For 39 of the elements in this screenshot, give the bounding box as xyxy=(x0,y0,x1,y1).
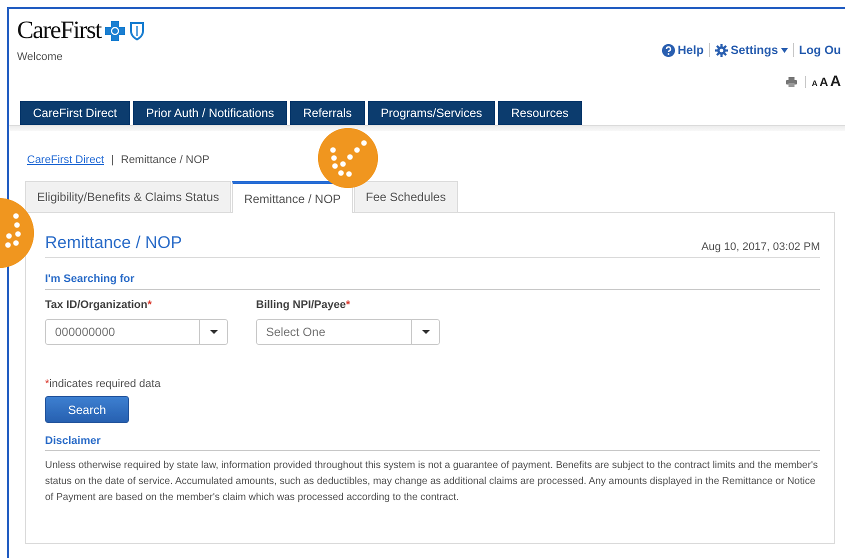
tab[interactable]: Eligibility/Benefits & Claims Status xyxy=(25,181,232,212)
tab[interactable]: Remittance / NOP xyxy=(232,181,353,213)
nav-tab[interactable]: Resources xyxy=(498,101,582,125)
field-label: Tax ID/Organization* xyxy=(45,299,153,311)
dotted-check-icon xyxy=(318,128,378,188)
logo-wordmark: CareFirst xyxy=(17,17,102,45)
disclaimer-heading: Disclaimer xyxy=(45,435,820,451)
caret-icon xyxy=(422,330,430,334)
settings-link[interactable]: Settings xyxy=(708,43,793,57)
font-size-button[interactable]: A xyxy=(830,73,841,90)
shield-icon xyxy=(129,21,146,41)
tab[interactable]: Fee Schedules xyxy=(354,181,458,212)
disclaimer-text: Unless otherwise required by state law, information provided throughout this system is not a guarantee of payment. Benefits are subject to the contract limits and the member's status on the date of service. Accumulated amounts, such as deductibles, may change as additional claims are processed. Any amounts displayed in the Remittance or Notice of Payment are based on the member's claim which was processed according to the contract. xyxy=(45,459,819,505)
caret-icon xyxy=(210,330,218,334)
field-label: Billing NPI/Payee* xyxy=(256,299,352,311)
combo-field[interactable]: 000000000 xyxy=(45,319,228,345)
help-icon xyxy=(662,44,675,56)
welcome-text: Welcome xyxy=(17,51,63,63)
required-note: *indicates required data xyxy=(45,378,162,390)
cross-icon xyxy=(105,21,126,41)
dropdown-field[interactable]: Select One xyxy=(256,319,440,345)
nav-tab[interactable]: Programs/Services xyxy=(368,101,496,125)
search-button[interactable]: Search xyxy=(45,396,129,423)
print-icon[interactable] xyxy=(786,76,797,86)
nav-tab[interactable]: CareFirst Direct xyxy=(20,101,130,125)
breadcrumb-separator: | xyxy=(111,154,114,166)
help-link[interactable]: Help xyxy=(656,43,709,57)
page-title: Remittance / NOP xyxy=(45,233,182,253)
nav-tab[interactable]: Referrals xyxy=(290,101,365,125)
breadcrumb-link[interactable]: CareFirst Direct xyxy=(27,154,104,166)
caret-icon xyxy=(781,48,788,52)
section-heading: I'm Searching for xyxy=(45,273,820,290)
settings-icon xyxy=(714,44,728,56)
nav-tab[interactable]: Prior Auth / Notifications xyxy=(133,101,288,125)
font-size-button[interactable]: A xyxy=(812,79,818,88)
timestamp: Aug 10, 2017, 03:02 PM xyxy=(701,241,820,253)
font-size-button[interactable]: A xyxy=(819,75,828,89)
logout-link[interactable]: Log Ou xyxy=(793,43,841,57)
breadcrumb-current: Remittance / NOP xyxy=(120,154,210,166)
